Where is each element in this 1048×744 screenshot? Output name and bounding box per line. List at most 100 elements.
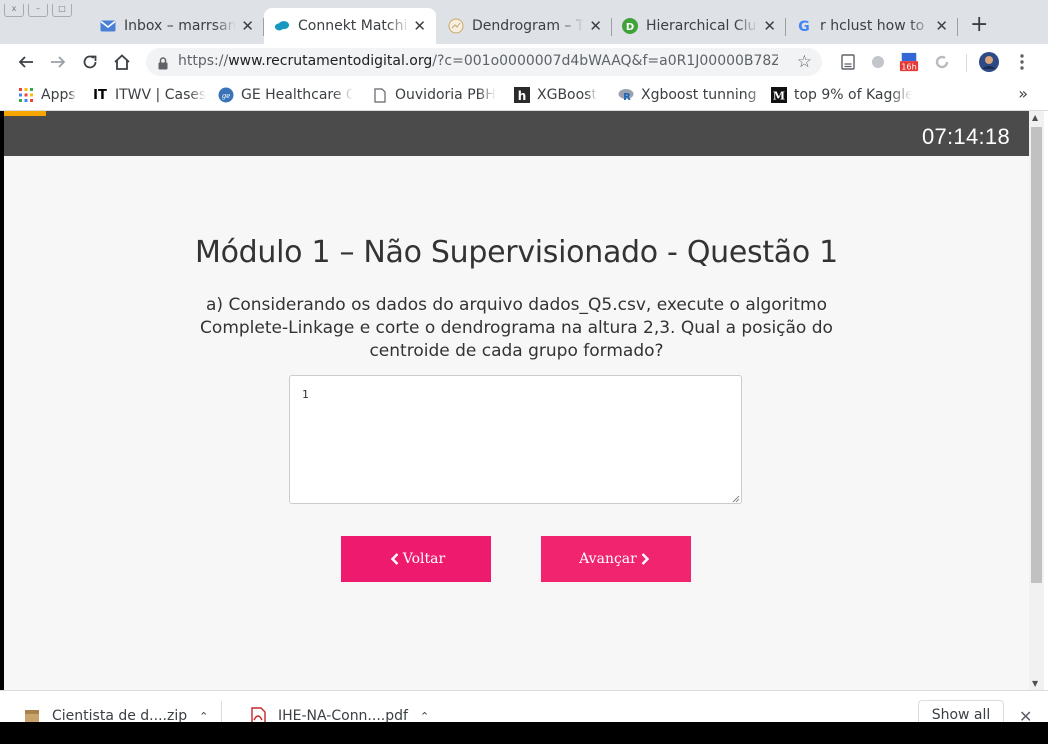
it-logo-icon: IT bbox=[93, 87, 107, 103]
screen-bottom-edge bbox=[0, 722, 1048, 744]
tab-google-search[interactable]: G r hclust how to ✕ bbox=[786, 8, 958, 44]
refresh-extension-icon[interactable] bbox=[932, 52, 952, 72]
window-controls: x – □ bbox=[4, 4, 72, 17]
circle-extension-icon[interactable] bbox=[868, 52, 888, 72]
back-button[interactable]: Voltar bbox=[341, 536, 491, 582]
document-extension-icon[interactable] bbox=[838, 52, 858, 72]
window-close-icon[interactable]: x bbox=[4, 4, 24, 17]
bookmark-label: GE Healthcare Ca bbox=[241, 87, 353, 103]
close-shelf-icon[interactable]: ✕ bbox=[1019, 707, 1032, 723]
tab-title: Dendrogram – T bbox=[472, 18, 584, 34]
chevron-right-icon bbox=[641, 553, 649, 565]
svg-text:M: M bbox=[773, 90, 785, 103]
bookmark-label: Apps bbox=[41, 87, 76, 103]
extension-badge: 16h bbox=[901, 61, 917, 71]
calendar-extension-icon[interactable]: 16h bbox=[899, 52, 919, 72]
bookmark-label: Xgboost tunning bbox=[641, 87, 757, 103]
scroll-down-icon[interactable]: ▼ bbox=[1032, 679, 1038, 688]
download-shelf: Cientista de d....zip ⌃ IHE-NA-Conn....p… bbox=[0, 690, 1048, 723]
bookmark-itwv[interactable]: IT ITWV | Cases bbox=[92, 85, 206, 105]
bookmark-label: XGBoost bbox=[537, 87, 597, 103]
bookmark-kaggle[interactable]: M top 9% of Kaggle bbox=[771, 85, 912, 105]
tab-hierarchical[interactable]: D Hierarchical Clu ✕ bbox=[612, 8, 786, 44]
window-edge bbox=[1044, 111, 1048, 690]
window-maximize-icon[interactable]: □ bbox=[52, 4, 72, 17]
svg-text:ge: ge bbox=[222, 92, 231, 100]
r-logo-icon: R bbox=[618, 87, 634, 103]
browser-toolbar: https://www.recrutamentodigital.org/?c=0… bbox=[0, 44, 1048, 80]
forward-icon[interactable] bbox=[46, 50, 70, 74]
close-tab-icon[interactable]: ✕ bbox=[589, 18, 602, 34]
menu-icon[interactable] bbox=[1012, 52, 1032, 72]
countdown-timer: 07:14:18 bbox=[921, 124, 1010, 149]
resize-grip-icon[interactable] bbox=[732, 495, 740, 503]
question-text: a) Considerando os dados do arquivo dado… bbox=[200, 295, 833, 361]
dendrogram-site-icon bbox=[448, 18, 464, 34]
reload-icon[interactable] bbox=[78, 50, 102, 74]
chevron-up-icon[interactable]: ⌃ bbox=[420, 710, 429, 723]
home-icon[interactable] bbox=[110, 50, 134, 74]
download-filename: IHE-NA-Conn....pdf bbox=[278, 708, 408, 723]
download-filename: Cientista de d....zip bbox=[52, 708, 188, 723]
apps-grid-icon bbox=[18, 87, 34, 103]
new-tab-icon[interactable]: + bbox=[970, 14, 988, 36]
ge-logo-icon: ge bbox=[218, 87, 234, 103]
back-button-label: Voltar bbox=[402, 551, 446, 567]
bookmark-label: Ouvidoria PBH bbox=[395, 87, 496, 103]
close-tab-icon[interactable]: ✕ bbox=[935, 18, 948, 34]
url-text: https://www.recrutamentodigital.org/?c=0… bbox=[178, 53, 778, 69]
show-all-button[interactable]: Show all bbox=[918, 700, 1004, 723]
scrollbar-thumb[interactable] bbox=[1031, 127, 1042, 583]
bookmark-star-icon[interactable]: ☆ bbox=[797, 52, 812, 72]
d-letter-icon: D bbox=[622, 18, 638, 34]
close-tab-icon[interactable]: ✕ bbox=[241, 18, 254, 34]
header-bar: 07:14:18 bbox=[4, 111, 1029, 156]
close-tab-icon[interactable]: ✕ bbox=[413, 18, 426, 34]
bookmark-label: top 9% of Kaggle bbox=[794, 87, 912, 103]
back-icon[interactable] bbox=[14, 50, 38, 74]
svg-text:D: D bbox=[626, 22, 634, 33]
vertical-scrollbar[interactable]: ▲ ▼ bbox=[1029, 111, 1044, 690]
svg-text:h: h bbox=[518, 89, 527, 103]
bookmark-xgboost[interactable]: h XGBoost bbox=[514, 85, 597, 105]
bookmark-apps[interactable]: Apps bbox=[18, 85, 76, 105]
tab-title: Hierarchical Clu bbox=[646, 18, 757, 34]
tab-title: Connekt Matchi bbox=[298, 18, 408, 34]
salesforce-cloud-icon bbox=[274, 18, 290, 34]
tab-connekt[interactable]: Connekt Matchi ✕ bbox=[264, 8, 436, 44]
tab-dendrogram[interactable]: Dendrogram – T ✕ bbox=[438, 8, 612, 44]
h-letter-icon: h bbox=[514, 87, 530, 103]
download-item-pdf[interactable]: IHE-NA-Conn....pdf ⌃ bbox=[250, 707, 429, 723]
lock-icon bbox=[158, 55, 168, 74]
page-icon bbox=[372, 87, 388, 103]
chevron-up-icon[interactable]: ⌃ bbox=[199, 710, 208, 723]
archive-icon bbox=[25, 710, 39, 723]
tab-title: Inbox – marrsan bbox=[124, 18, 236, 34]
avatar[interactable] bbox=[979, 52, 999, 72]
bookmarks-bar: Apps IT ITWV | Cases ge GE Healthcare Ca… bbox=[0, 80, 1048, 111]
tab-title: r hclust how to bbox=[820, 18, 925, 34]
medium-logo-icon: M bbox=[771, 87, 787, 103]
scroll-up-icon[interactable]: ▲ bbox=[1032, 113, 1038, 122]
next-button[interactable]: Avançar bbox=[541, 536, 691, 582]
page-title: Módulo 1 – Não Supervisionado - Questão … bbox=[195, 235, 838, 270]
address-bar[interactable]: https://www.recrutamentodigital.org/?c=0… bbox=[146, 48, 822, 76]
close-tab-icon[interactable]: ✕ bbox=[763, 18, 776, 34]
answer-textarea[interactable]: 1 bbox=[289, 375, 742, 504]
download-item-zip[interactable]: Cientista de d....zip ⌃ bbox=[24, 701, 223, 723]
bookmark-ge-healthcare[interactable]: ge GE Healthcare Ca bbox=[218, 85, 353, 105]
bookmark-xgboost-tunning[interactable]: R Xgboost tunning bbox=[618, 85, 769, 105]
chevron-left-icon bbox=[390, 553, 399, 565]
svg-text:G: G bbox=[798, 19, 810, 34]
bookmark-ouvidoria[interactable]: Ouvidoria PBH bbox=[372, 85, 496, 105]
tab-inbox[interactable]: Inbox – marrsan ✕ bbox=[96, 8, 264, 44]
bookmark-label: ITWV | Cases bbox=[115, 87, 207, 103]
pdf-icon bbox=[251, 707, 266, 723]
next-button-label: Avançar bbox=[579, 551, 637, 567]
svg-text:R: R bbox=[623, 92, 631, 102]
progress-accent bbox=[4, 111, 46, 116]
gmail-icon bbox=[100, 18, 116, 34]
bookmarks-overflow-icon[interactable]: » bbox=[1018, 84, 1028, 103]
tab-divider bbox=[957, 18, 958, 36]
window-minimize-icon[interactable]: – bbox=[28, 4, 48, 17]
